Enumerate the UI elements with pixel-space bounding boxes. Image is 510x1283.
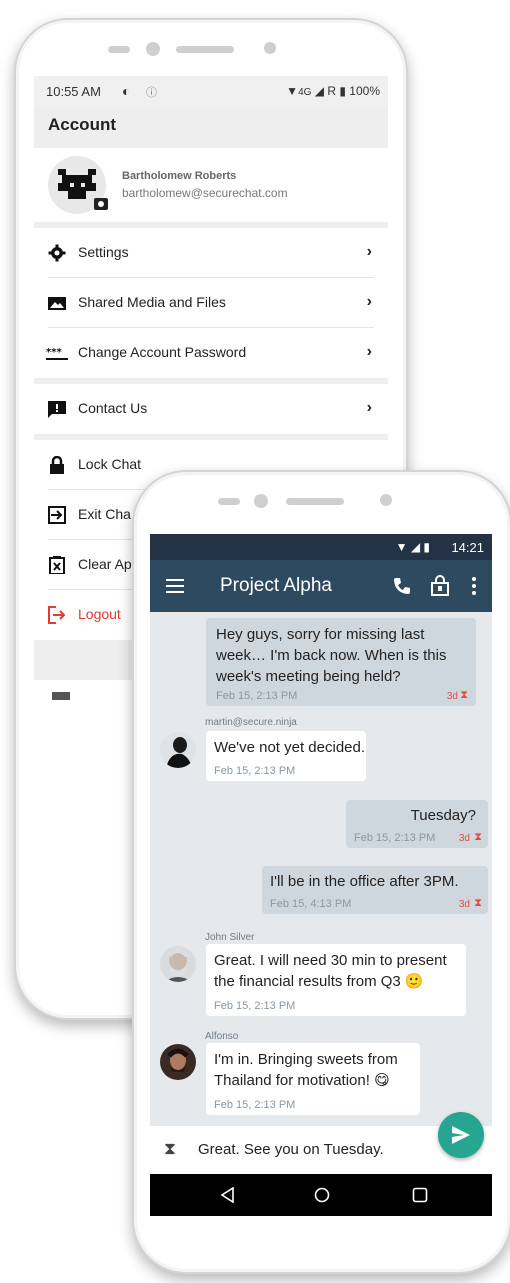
gear-icon bbox=[48, 244, 66, 262]
message-ttl: 3d bbox=[458, 833, 470, 844]
message-bubble-outgoing[interactable]: I'll be in the office after 3PM. Feb 15,… bbox=[262, 866, 488, 914]
message-ttl: 3d bbox=[458, 899, 470, 910]
chevron-right-icon: › bbox=[366, 343, 372, 360]
notification-icon: ◐ bbox=[122, 83, 131, 99]
info-icon: ⓘ bbox=[146, 87, 157, 99]
clear-icon bbox=[49, 556, 65, 574]
menu-label: Contact Us bbox=[78, 400, 148, 416]
menu-label: Clear Ap bbox=[78, 556, 132, 572]
front-camera bbox=[254, 494, 268, 508]
message-sender: Alfonso bbox=[205, 1031, 239, 1042]
menu-label: Shared Media and Files bbox=[78, 294, 226, 310]
home-icon[interactable] bbox=[314, 1187, 330, 1203]
wifi-icon: ▼ bbox=[395, 540, 408, 554]
menu-label: Change Account Password bbox=[78, 344, 247, 360]
status-right: ▼4G ◢ R ▮ 100% bbox=[286, 84, 380, 98]
system-nav-bar bbox=[150, 1174, 492, 1216]
avatar[interactable] bbox=[160, 946, 196, 982]
recents-icon[interactable] bbox=[412, 1187, 428, 1203]
message-bubble-incoming[interactable]: We've not yet decided. Feb 15, 2:13 PM bbox=[206, 731, 366, 781]
page-title: Account bbox=[34, 108, 388, 148]
message-bubble-incoming[interactable]: Great. I will need 30 min to present the… bbox=[206, 944, 466, 1016]
speaker-grille bbox=[218, 498, 240, 505]
front-camera bbox=[146, 42, 160, 56]
image-icon bbox=[48, 297, 66, 310]
chat-phone-frame: ▼ ◢ ▮ 14:21 Project Alpha Hey guys, sorr… bbox=[132, 470, 510, 1274]
wifi-icon: ▼ bbox=[286, 84, 299, 98]
menu-label: Logout bbox=[78, 606, 121, 622]
menu-item-settings[interactable]: Settings › bbox=[34, 228, 388, 278]
lock-icon bbox=[50, 456, 64, 474]
message-bubble-outgoing[interactable]: Tuesday? Feb 15, 2:13 PM 3d ⧗ bbox=[346, 800, 488, 848]
chat-screen: ▼ ◢ ▮ 14:21 Project Alpha Hey guys, sorr… bbox=[150, 534, 492, 1216]
message-time: Feb 15, 2:13 PM bbox=[216, 690, 298, 702]
more-vert-icon[interactable] bbox=[471, 576, 477, 596]
earpiece bbox=[286, 498, 344, 505]
chevron-right-icon: › bbox=[366, 399, 372, 416]
menu-item-shared-media[interactable]: Shared Media and Files › bbox=[34, 278, 388, 328]
message-text: Tuesday? bbox=[410, 807, 476, 824]
battery-icon: ▮ bbox=[423, 540, 430, 554]
chevron-right-icon: › bbox=[366, 293, 372, 310]
hourglass-timer-icon[interactable]: ⧗ bbox=[164, 1139, 176, 1159]
message-text: I'll be in the office after 3PM. bbox=[270, 873, 459, 890]
hourglass-icon: ⧗ bbox=[474, 897, 482, 909]
message-time: Feb 15, 2:13 PM bbox=[214, 765, 296, 777]
signal-icon: ◢ bbox=[314, 84, 324, 98]
message-time: Feb 15, 2:13 PM bbox=[354, 832, 436, 844]
status-icons: ▼ ◢ ▮ bbox=[396, 540, 430, 554]
chat-title: Project Alpha bbox=[220, 575, 332, 596]
feedback-icon bbox=[48, 401, 66, 418]
camera-icon[interactable] bbox=[94, 198, 108, 210]
menu-label: Exit Cha bbox=[78, 506, 131, 522]
signal-icon: ◢ bbox=[410, 540, 421, 554]
earpiece bbox=[176, 46, 234, 53]
message-text: Hey guys, sorry for missing last week… I… bbox=[216, 626, 447, 685]
chevron-right-icon: › bbox=[366, 243, 372, 260]
message-ttl: 3d bbox=[446, 691, 458, 702]
send-icon bbox=[452, 1126, 470, 1144]
exit-icon bbox=[48, 506, 66, 524]
message-sender: John Silver bbox=[205, 932, 255, 943]
menu-item-change-password[interactable]: *** Change Account Password › bbox=[34, 328, 388, 378]
message-input[interactable] bbox=[198, 1138, 418, 1160]
message-bubble-incoming[interactable]: I'm in. Bringing sweets from Thailand fo… bbox=[206, 1043, 420, 1115]
avatar[interactable] bbox=[160, 732, 196, 768]
status-time: 14:21 bbox=[451, 540, 484, 555]
status-time: 10:55 AM bbox=[46, 84, 101, 99]
svg-text:***: *** bbox=[46, 347, 62, 358]
phone-call-icon[interactable] bbox=[392, 576, 412, 596]
menu-label: Settings bbox=[78, 244, 129, 260]
profile-name: Bartholomew Roberts bbox=[122, 170, 237, 182]
logout-icon bbox=[48, 606, 66, 624]
message-text: I'm in. Bringing sweets from Thailand fo… bbox=[214, 1051, 398, 1089]
status-bar: 10:55 AM ◐ ⓘ ▼4G ◢ R ▮ 100% bbox=[34, 76, 388, 108]
back-icon[interactable] bbox=[220, 1187, 236, 1203]
battery-icon: ▮ bbox=[339, 84, 346, 98]
hourglass-icon: ⧗ bbox=[460, 689, 468, 701]
message-bubble-outgoing[interactable]: Hey guys, sorry for missing last week… I… bbox=[206, 618, 476, 706]
menu-item-contact-us[interactable]: Contact Us › bbox=[34, 384, 388, 434]
status-bar: ▼ ◢ ▮ 14:21 bbox=[150, 534, 492, 560]
message-sender: martin@secure.ninja bbox=[205, 717, 297, 728]
message-text: Great. I will need 30 min to present the… bbox=[214, 952, 447, 990]
menu-icon[interactable] bbox=[166, 579, 184, 593]
app-bar: Project Alpha bbox=[150, 560, 492, 612]
message-time: Feb 15, 2:13 PM bbox=[214, 1099, 296, 1111]
message-time: Feb 15, 2:13 PM bbox=[214, 1000, 296, 1012]
send-button[interactable] bbox=[438, 1112, 484, 1158]
profile-card[interactable]: Bartholomew Roberts bartholomew@securech… bbox=[34, 148, 388, 222]
lock-chat-icon[interactable] bbox=[430, 574, 450, 596]
password-icon: *** bbox=[46, 347, 68, 360]
proximity-sensor bbox=[380, 494, 392, 506]
chats-icon[interactable] bbox=[52, 692, 70, 700]
profile-email: bartholomew@securechat.com bbox=[122, 186, 288, 200]
avatar[interactable] bbox=[160, 1044, 196, 1080]
proximity-sensor bbox=[264, 42, 276, 54]
message-time: Feb 15, 4:13 PM bbox=[270, 898, 352, 910]
hourglass-icon: ⧗ bbox=[474, 831, 482, 843]
menu-label: Lock Chat bbox=[78, 456, 142, 472]
speaker-grille bbox=[108, 46, 130, 53]
message-text: We've not yet decided. bbox=[214, 739, 366, 756]
